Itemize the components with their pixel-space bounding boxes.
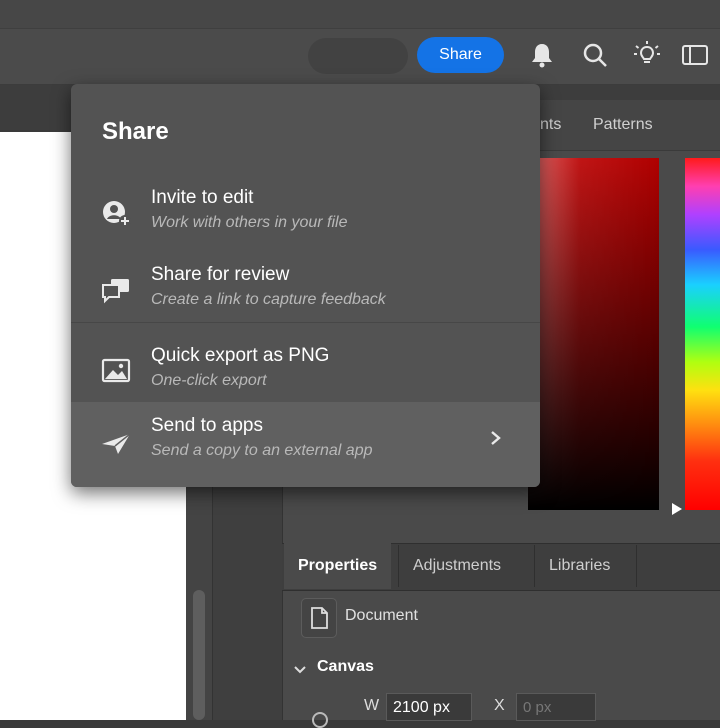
menu-item-share-for-review[interactable]: Share for review Create a link to captur… (71, 251, 540, 329)
menu-item-title: Invite to edit (151, 187, 254, 208)
tab-gradients[interactable]: nts (540, 100, 561, 150)
tab-patterns[interactable]: Patterns (593, 100, 653, 150)
title-strip (0, 0, 720, 29)
canvas-section-heading[interactable]: Canvas (317, 658, 374, 676)
chevron-right-icon (489, 426, 503, 450)
vertical-scrollbar[interactable] (193, 590, 205, 720)
menu-divider (71, 322, 540, 323)
image-icon (99, 356, 133, 386)
share-button[interactable]: Share (417, 37, 504, 73)
comment-icon (99, 275, 133, 305)
color-field[interactable] (528, 158, 659, 510)
document-icon (301, 598, 337, 638)
menu-item-title: Quick export as PNG (151, 345, 330, 366)
x-label: X (494, 697, 505, 714)
panel-toggle-icon[interactable] (680, 40, 710, 70)
document-label: Document (345, 607, 418, 624)
menu-item-subtitle: Send a copy to an external app (151, 442, 373, 459)
menu-item-title: Share for review (151, 264, 290, 285)
share-menu: Share Invite to edit Work with others in… (71, 84, 540, 487)
search-pill[interactable] (308, 38, 408, 74)
share-menu-title: Share (102, 118, 169, 145)
hue-marker-icon[interactable] (672, 503, 682, 515)
hue-slider[interactable] (685, 158, 720, 510)
menu-item-send-to-apps[interactable]: Send to apps Send a copy to an external … (71, 402, 540, 487)
chevron-down-icon[interactable] (294, 662, 306, 674)
tab-properties[interactable]: Properties (284, 543, 392, 589)
menu-item-invite-to-edit[interactable]: Invite to edit Work with others in your … (71, 174, 540, 252)
menu-item-subtitle: Work with others in your file (151, 214, 348, 231)
menu-item-subtitle: One-click export (151, 372, 267, 389)
bell-icon[interactable] (527, 40, 557, 70)
menu-item-title: Send to apps (151, 415, 263, 436)
invite-user-icon (99, 198, 133, 228)
tab-libraries[interactable]: Libraries (535, 543, 624, 589)
link-icon[interactable] (312, 712, 328, 728)
menu-item-quick-export-png[interactable]: Quick export as PNG One-click export (71, 332, 540, 410)
tab-divider (636, 545, 637, 587)
tab-adjustments[interactable]: Adjustments (399, 543, 515, 589)
width-label: W (364, 697, 380, 714)
width-field[interactable]: 2100 px (386, 693, 472, 721)
paper-plane-icon (99, 428, 133, 458)
menu-item-subtitle: Create a link to capture feedback (151, 291, 386, 308)
x-field[interactable]: 0 px (516, 693, 596, 721)
lightbulb-icon[interactable] (632, 40, 662, 70)
search-icon[interactable] (580, 40, 610, 70)
